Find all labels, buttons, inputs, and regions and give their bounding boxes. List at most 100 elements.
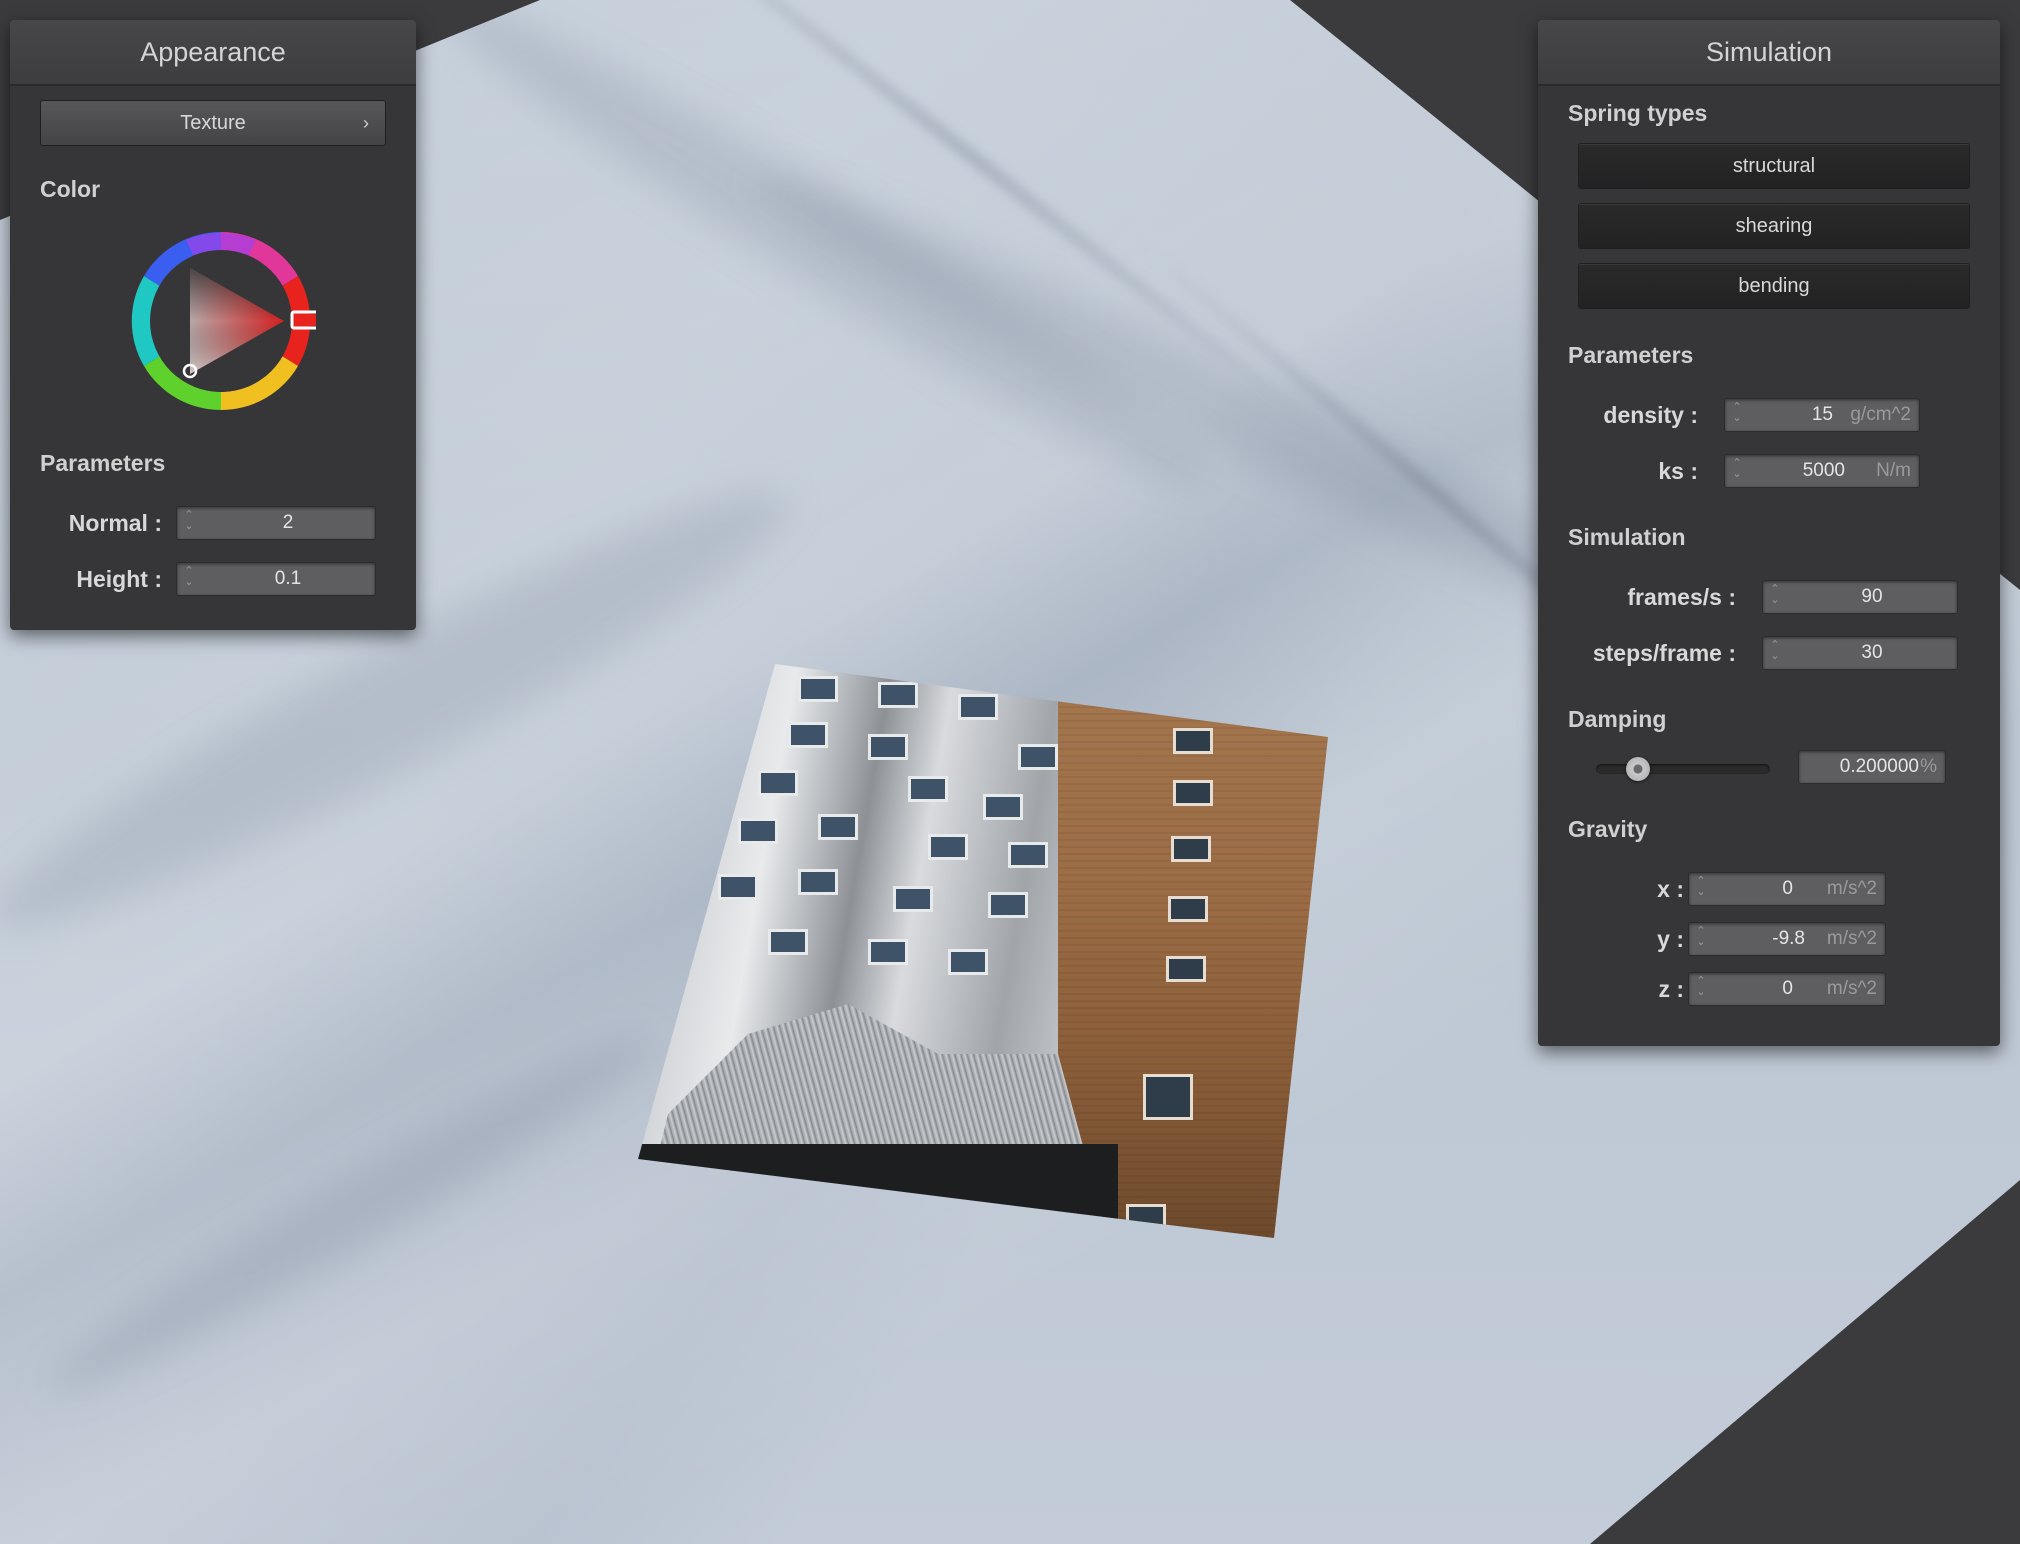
window	[798, 869, 838, 895]
window	[988, 892, 1028, 918]
window	[798, 676, 838, 702]
spin-down-icon[interactable]: ⌄	[1695, 887, 1707, 898]
spinner-icon[interactable]: ⌃ ⌄	[1769, 584, 1781, 610]
gravity-y-label: y :	[1657, 926, 1684, 952]
spin-down-icon[interactable]: ⌄	[1769, 651, 1781, 662]
gravity-x-label: x :	[1657, 876, 1684, 902]
normal-value: 2	[282, 512, 294, 533]
window	[768, 929, 808, 955]
window	[868, 939, 908, 965]
slider-knob[interactable]	[1626, 757, 1650, 781]
shearing-button[interactable]: shearing	[1578, 203, 1970, 249]
window	[818, 814, 858, 840]
gravity-z-value: 0	[1782, 978, 1793, 999]
window	[758, 770, 798, 796]
frames-per-second-label: frames/s :	[1627, 584, 1736, 610]
parameters-label: Parameters	[1568, 342, 1694, 368]
spinner-icon[interactable]: ⌃ ⌄	[1769, 640, 1781, 666]
window	[1173, 728, 1213, 754]
damping-slider[interactable]	[1596, 754, 1770, 784]
parameters-label: Parameters	[40, 450, 166, 476]
spinner-icon[interactable]: ⌃ ⌄	[183, 566, 195, 592]
texture-button-label: Texture	[180, 112, 246, 134]
gravity-y-unit: m/s^2	[1826, 928, 1877, 949]
window	[1171, 836, 1211, 862]
density-unit: g/cm^2	[1850, 404, 1911, 425]
spinner-icon[interactable]: ⌃ ⌄	[1695, 876, 1707, 902]
window	[983, 794, 1023, 820]
spin-down-icon[interactable]: ⌄	[1695, 937, 1707, 948]
structural-button[interactable]: structural	[1578, 143, 1970, 189]
window	[1173, 780, 1213, 806]
gravity-y-value: -9.8	[1772, 928, 1805, 949]
window	[878, 682, 918, 708]
window	[908, 776, 948, 802]
chevron-right-icon: ›	[363, 113, 369, 133]
ks-value: 5000	[1802, 460, 1845, 481]
gravity-z-input[interactable]: ⌃ ⌄ 0 m/s^2	[1688, 972, 1886, 1006]
simulation-panel: Simulation Spring types structural shear…	[1538, 20, 2000, 1046]
gravity-y-input[interactable]: ⌃ ⌄ -9.8 m/s^2	[1688, 922, 1886, 956]
steps-per-frame-input[interactable]: ⌃ ⌄ 30	[1762, 636, 1958, 670]
spring-types-label: Spring types	[1568, 100, 1708, 126]
steps-per-frame-label: steps/frame :	[1592, 640, 1736, 666]
window	[1018, 744, 1058, 770]
height-input[interactable]: ⌃ ⌄ 0.1	[176, 562, 376, 596]
frames-per-second-input[interactable]: ⌃ ⌄ 90	[1762, 580, 1958, 614]
ks-label: ks :	[1658, 458, 1698, 484]
window	[868, 734, 908, 760]
spinner-icon[interactable]: ⌃ ⌄	[1731, 402, 1743, 428]
spin-down-icon[interactable]: ⌄	[1731, 469, 1743, 480]
spin-down-icon[interactable]: ⌄	[183, 521, 195, 532]
bending-button[interactable]: bending	[1578, 263, 1970, 309]
window	[893, 886, 933, 912]
density-value: 15	[1811, 404, 1833, 425]
cloth-fold	[29, 1009, 671, 1421]
ks-unit: N/m	[1876, 460, 1911, 481]
gravity-x-value: 0	[1782, 878, 1793, 899]
damping-label: Damping	[1568, 706, 1667, 732]
frames-per-second-value: 90	[1861, 586, 1883, 607]
spinner-icon[interactable]: ⌃ ⌄	[1695, 926, 1707, 952]
damping-value: 0.200000	[1839, 756, 1919, 777]
color-wheel[interactable]	[126, 226, 320, 416]
color-label: Color	[40, 176, 101, 202]
window	[718, 874, 758, 900]
gravity-z-unit: m/s^2	[1826, 978, 1877, 999]
damping-unit: %	[1920, 756, 1937, 777]
spinner-icon[interactable]: ⌃ ⌄	[1731, 458, 1743, 484]
gravity-x-input[interactable]: ⌃ ⌄ 0 m/s^2	[1688, 872, 1886, 906]
density-label: density :	[1603, 402, 1698, 428]
gravity-x-unit: m/s^2	[1826, 878, 1877, 899]
gravity-label: Gravity	[1568, 816, 1648, 842]
damping-input[interactable]: 0.200000 %	[1798, 750, 1946, 784]
panel-title: Simulation	[1538, 20, 2000, 86]
window	[928, 834, 968, 860]
steps-per-frame-value: 30	[1861, 642, 1883, 663]
spin-down-icon[interactable]: ⌄	[183, 577, 195, 588]
panel-title: Appearance	[10, 20, 416, 86]
gravity-z-label: z :	[1658, 976, 1684, 1002]
height-value: 0.1	[274, 568, 302, 589]
window	[1008, 842, 1048, 868]
appearance-panel: Appearance Texture › Color Parameters No…	[10, 20, 416, 630]
spinner-icon[interactable]: ⌃ ⌄	[183, 510, 195, 536]
window	[788, 722, 828, 748]
density-input[interactable]: ⌃ ⌄ 15 g/cm^2	[1724, 398, 1920, 432]
window	[1143, 1074, 1193, 1120]
normal-input[interactable]: ⌃ ⌄ 2	[176, 506, 376, 540]
spin-down-icon[interactable]: ⌄	[1695, 987, 1707, 998]
window	[1168, 896, 1208, 922]
height-label: Height :	[76, 566, 162, 592]
window	[738, 818, 778, 844]
color-wheel-graphic	[131, 231, 320, 411]
simulation-label: Simulation	[1568, 524, 1686, 550]
window	[948, 949, 988, 975]
ks-input[interactable]: ⌃ ⌄ 5000 N/m	[1724, 454, 1920, 488]
texture-button[interactable]: Texture ›	[40, 100, 386, 146]
hue-handle-fill	[294, 314, 316, 326]
spin-down-icon[interactable]: ⌄	[1769, 595, 1781, 606]
spinner-icon[interactable]: ⌃ ⌄	[1695, 976, 1707, 1002]
window	[958, 694, 998, 720]
spin-down-icon[interactable]: ⌄	[1731, 413, 1743, 424]
